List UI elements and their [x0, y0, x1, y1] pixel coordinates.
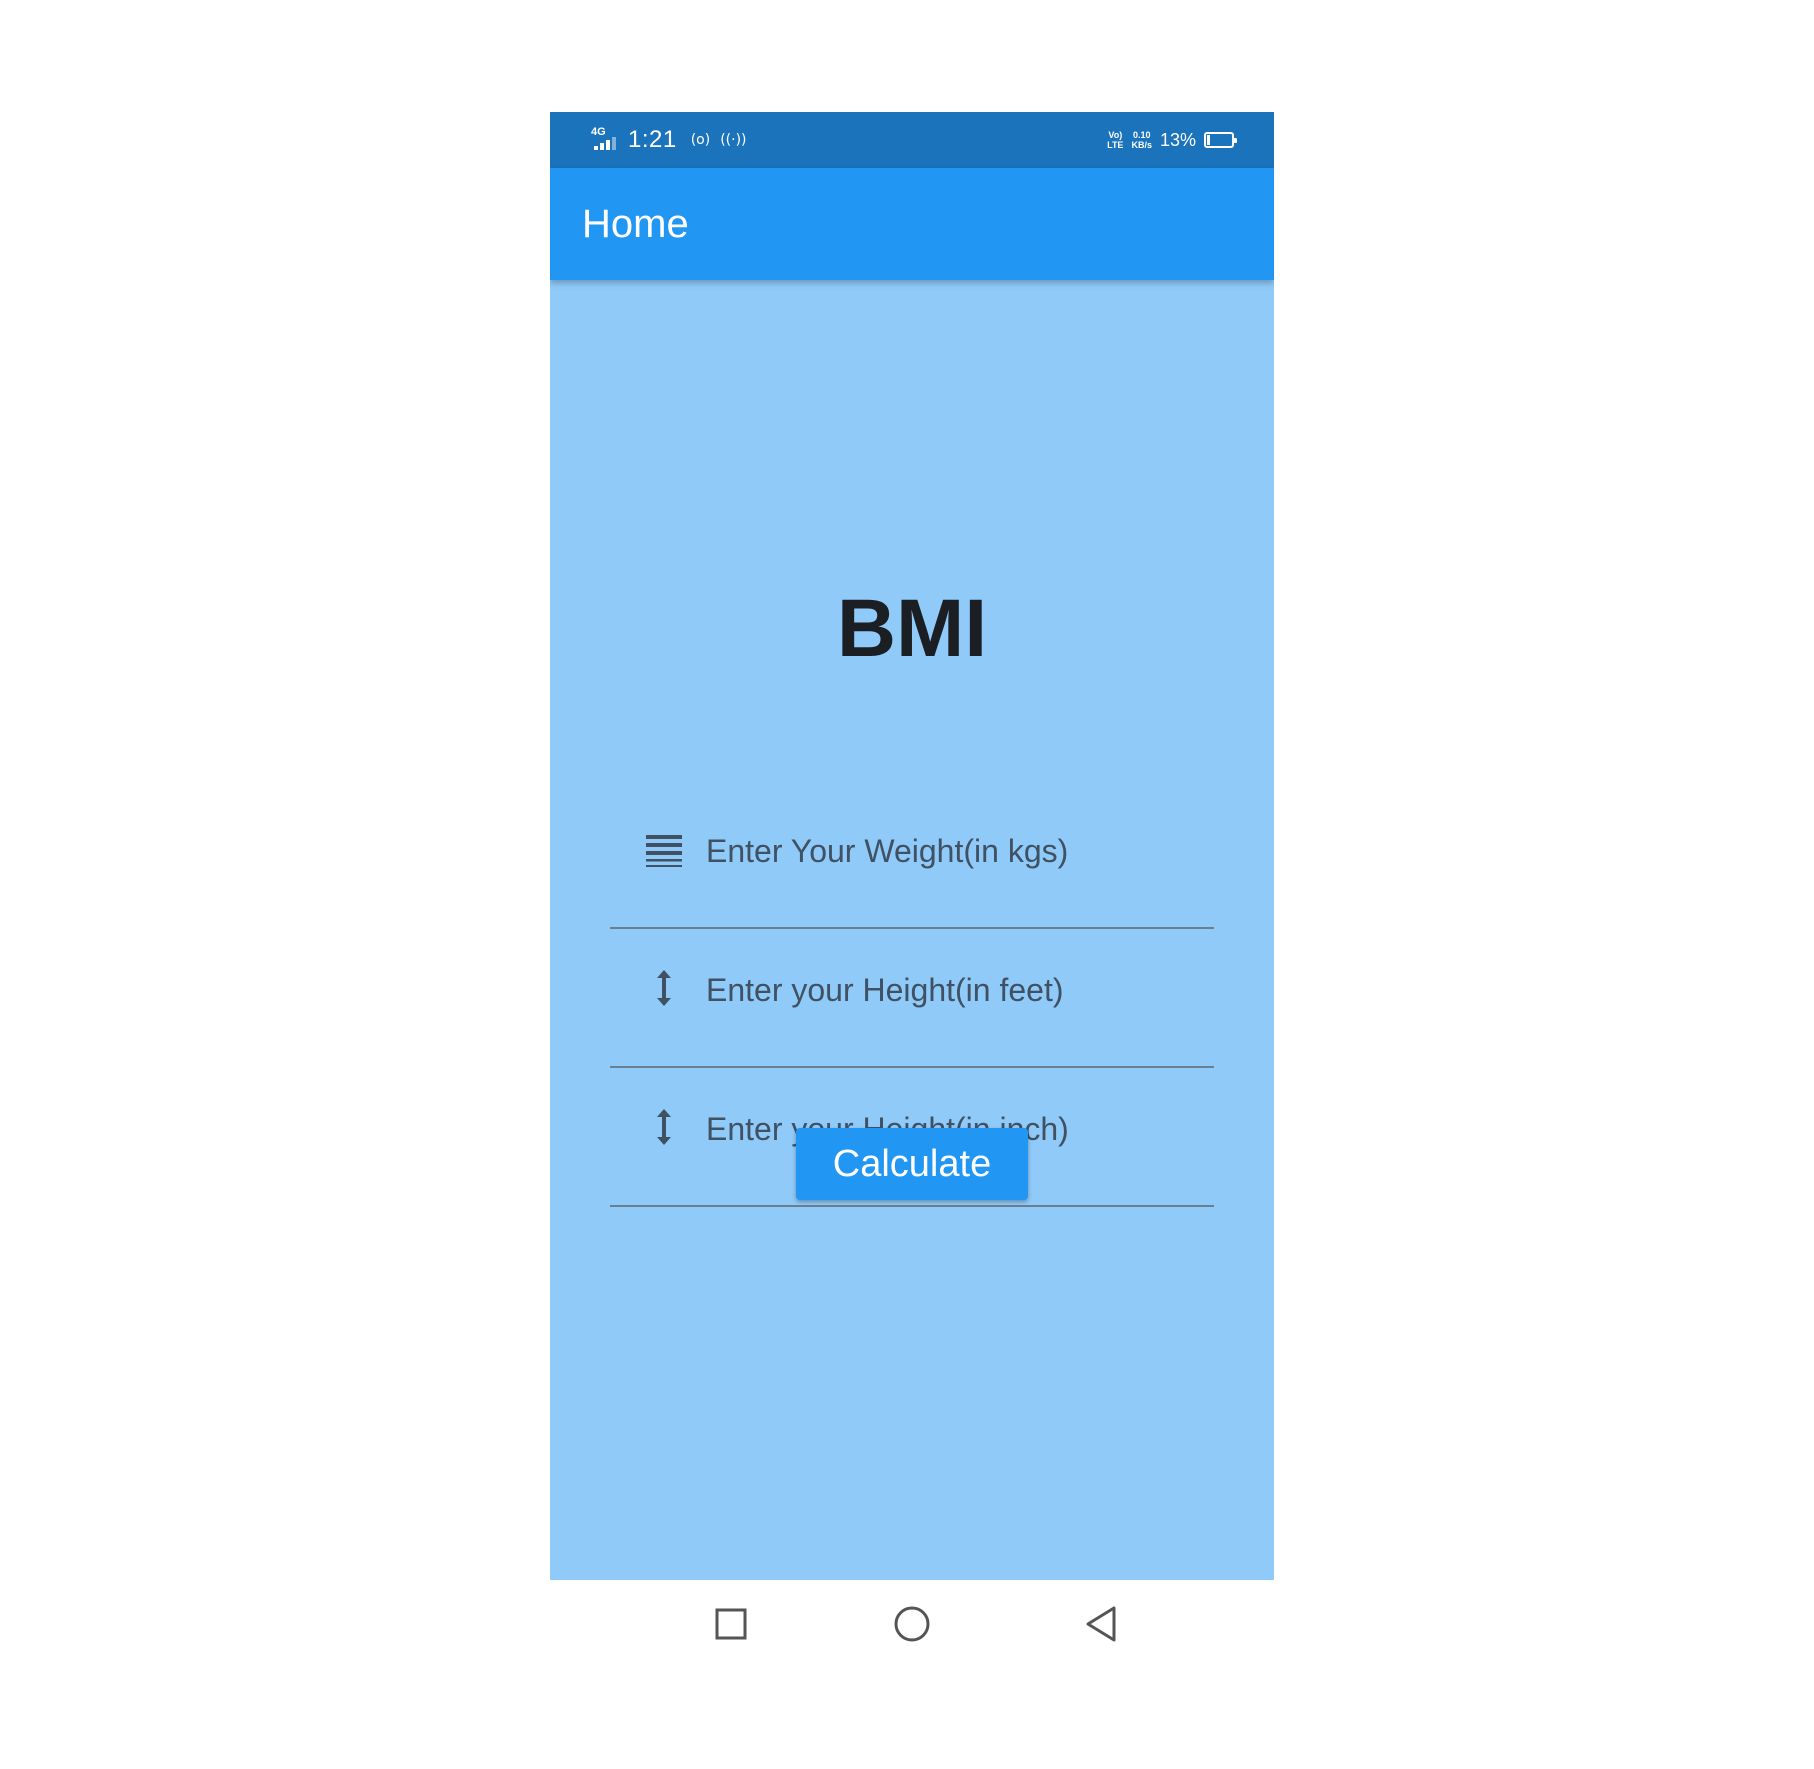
weight-field[interactable] — [610, 791, 1214, 929]
status-right-group: Vo) LTE 0.10 KB/s 13% — [1107, 112, 1237, 168]
recents-square-icon[interactable] — [701, 1594, 761, 1654]
phone-screen: 4G 1:21 (o) ((·)) Vo) LTE 0.10 KB/s 13% … — [550, 112, 1274, 1580]
status-bar: 4G 1:21 (o) ((·)) Vo) LTE 0.10 KB/s 13% — [550, 112, 1274, 168]
height-feet-input[interactable] — [706, 962, 1206, 1018]
network-speed-unit: KB/s — [1131, 140, 1152, 150]
volte-icon: Vo) LTE — [1107, 130, 1123, 150]
back-triangle-icon[interactable] — [1071, 1594, 1131, 1654]
status-time: 1:21 — [628, 126, 677, 153]
height-feet-field[interactable] — [610, 930, 1214, 1068]
app-bar: Home — [550, 168, 1274, 280]
home-circle-icon[interactable] — [882, 1594, 942, 1654]
weight-lines-icon — [640, 827, 688, 875]
data-activity-icon: ((·)) — [720, 132, 747, 148]
signal-bars — [594, 137, 616, 150]
system-nav-bar — [550, 1580, 1274, 1668]
battery-percent: 13% — [1159, 129, 1196, 150]
volte-top-label: Vo) — [1108, 130, 1123, 140]
height-arrow-icon — [640, 964, 688, 1012]
volte-bottom-label: LTE — [1107, 140, 1124, 150]
height-arrow-icon — [640, 1103, 688, 1151]
weight-input[interactable] — [706, 823, 1206, 879]
hotspot-icon: (o) — [690, 132, 711, 148]
status-left-group: 4G 1:21 (o) ((·)) — [590, 112, 747, 168]
app-bar-title: Home — [582, 202, 689, 246]
battery-level-fill — [1207, 135, 1210, 145]
network-speed: 0.10 KB/s — [1131, 130, 1152, 150]
battery-icon — [1204, 132, 1237, 148]
cellular-signal-icon: 4G — [590, 126, 624, 154]
calculate-button[interactable]: Calculate — [796, 1128, 1028, 1200]
page-heading: BMI — [836, 583, 988, 674]
network-speed-value: 0.10 — [1132, 130, 1151, 140]
